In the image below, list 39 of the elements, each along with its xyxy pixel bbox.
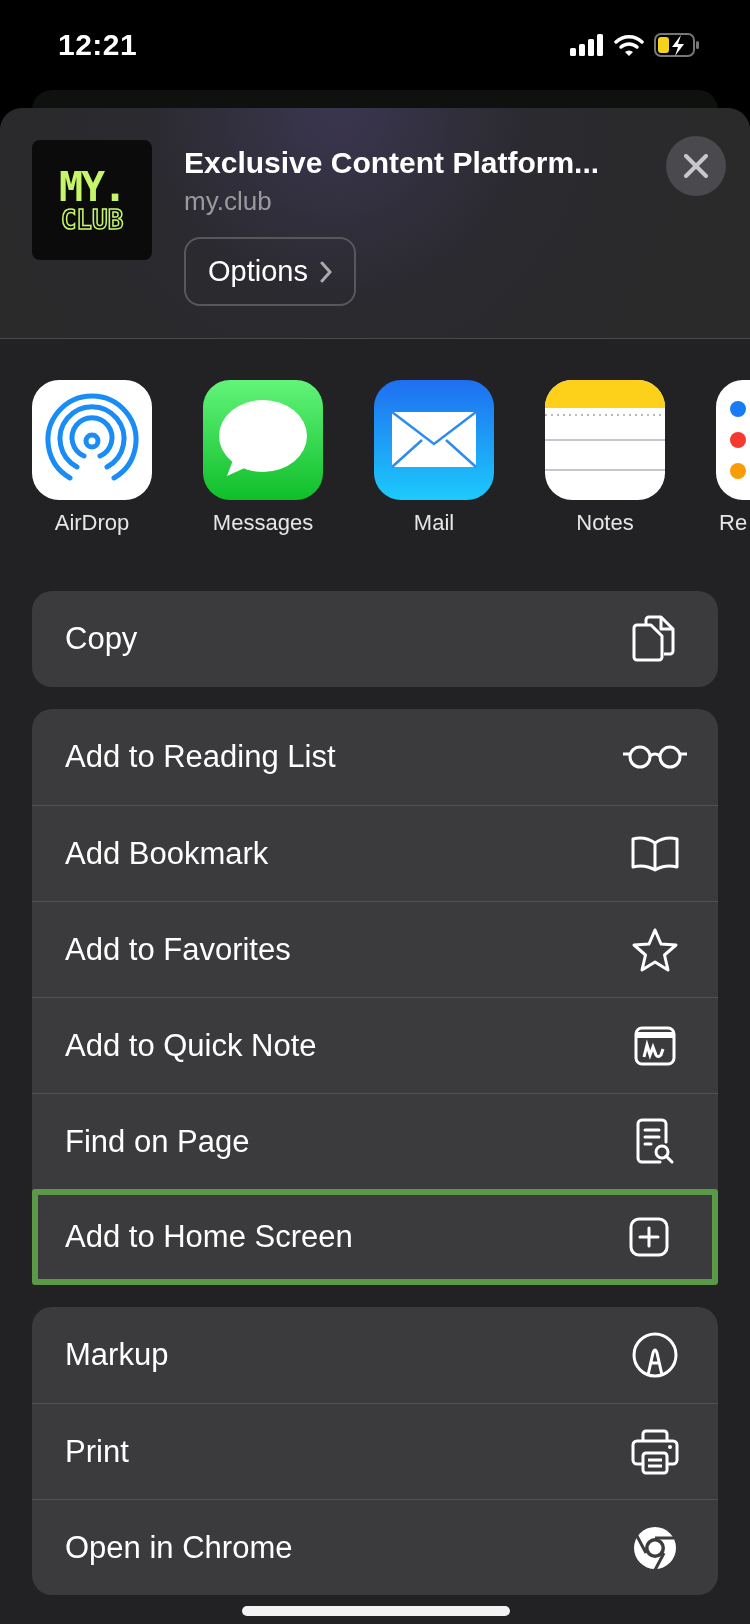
app-label: AirDrop	[54, 510, 130, 536]
action-row[interactable]: Print	[32, 1403, 718, 1499]
printer-icon	[631, 1428, 679, 1475]
site-logo: MY. CLUB	[32, 140, 152, 260]
find-document-icon	[634, 1117, 676, 1166]
mail-icon[interactable]	[374, 380, 494, 500]
highlighted-action-row[interactable]: Add to Home Screen	[32, 1189, 718, 1285]
page-title: Exclusive Content Platform...	[184, 146, 600, 180]
app-label: Mail	[413, 510, 455, 536]
options-button[interactable]: Options	[184, 237, 356, 306]
wifi-icon	[614, 34, 644, 56]
action-row[interactable]: Open in Chrome	[32, 1499, 718, 1595]
add-square-icon	[629, 1217, 669, 1257]
action-row[interactable]: Add to Reading List	[32, 709, 718, 805]
markup-pen-icon	[632, 1332, 678, 1378]
app-label: Messages	[212, 510, 314, 536]
airdrop-icon[interactable]	[32, 380, 152, 500]
action-row[interactable]: Copy	[32, 591, 718, 687]
action-row[interactable]: Add Bookmark	[32, 805, 718, 901]
status-time: 12:21	[58, 28, 138, 62]
quick-note-icon	[634, 1025, 676, 1066]
app-label: Re	[718, 510, 748, 536]
action-row[interactable]: Add to Favorites	[32, 901, 718, 997]
signal-icon	[570, 34, 604, 56]
messages-icon[interactable]	[203, 380, 323, 500]
action-row[interactable]: Add to Quick Note	[32, 997, 718, 1093]
page-url: my.club	[184, 186, 272, 217]
book-icon	[631, 835, 679, 872]
battery-charging-icon	[654, 33, 700, 57]
chevron-icon	[319, 260, 332, 283]
copy-icon	[632, 615, 678, 663]
action-row[interactable]: Find on Page	[32, 1093, 718, 1189]
action-row[interactable]: Markup	[32, 1307, 718, 1403]
star-icon	[631, 926, 679, 973]
close-icon	[684, 154, 708, 178]
glasses-icon	[622, 744, 688, 770]
app-label: Notes	[576, 510, 634, 536]
notes-icon[interactable]	[545, 380, 665, 500]
browser-logo-icon	[632, 1524, 678, 1571]
